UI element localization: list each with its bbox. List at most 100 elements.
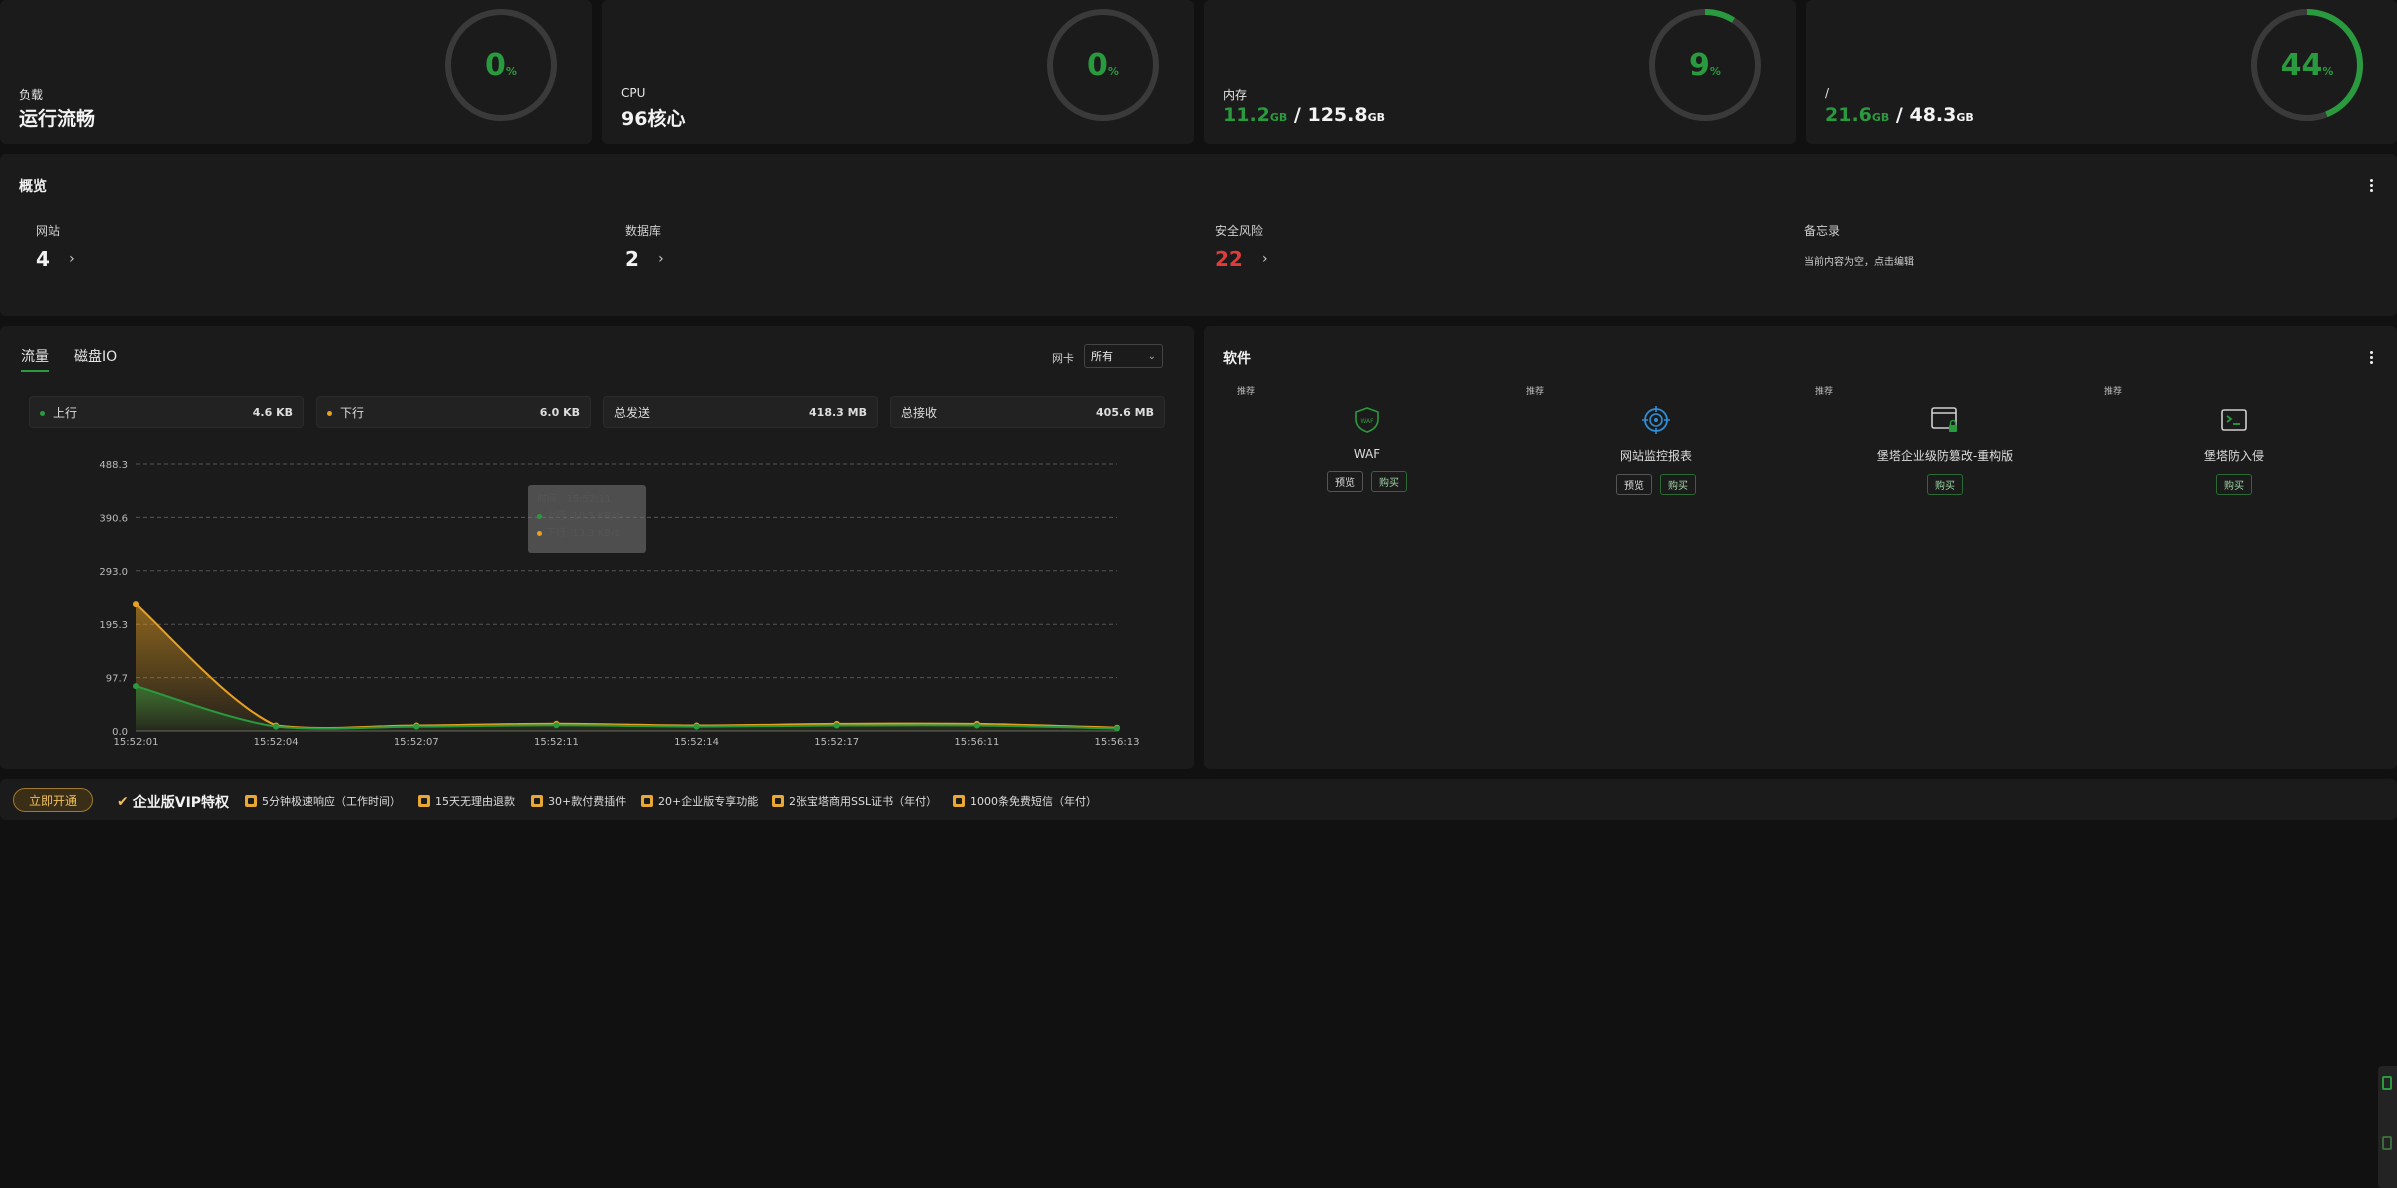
disk-gauge-value: 44 xyxy=(2280,47,2323,83)
y-tick-label: 195.3 xyxy=(99,620,128,631)
software-name-tamper: 堡塔企业级防篡改-重构版 xyxy=(1876,449,2014,463)
software-item-tamper[interactable]: 推荐 堡塔企业级防篡改-重构版 购买 xyxy=(1815,384,2055,495)
side-float-tab[interactable] xyxy=(2378,1066,2397,1188)
checklist-icon xyxy=(2382,1136,2392,1150)
tooltip-up-label: 上行 xyxy=(546,511,566,522)
metric-download: 下行 6.0 KB xyxy=(316,396,591,428)
nic-select[interactable]: 所有 ⌄ xyxy=(1084,344,1163,368)
disk-gauge: 44% xyxy=(2250,8,2364,122)
vip-feature-text: 1000条免费短信（年付） xyxy=(970,795,1097,808)
data-point xyxy=(973,722,980,729)
data-point xyxy=(553,722,560,729)
metric-total-received-value: 405.6 MB xyxy=(1096,405,1154,419)
metric-upload-label: 上行 xyxy=(53,405,78,420)
disk-separator: / xyxy=(1889,104,1910,126)
disk-usage: 21.6GB / 48.3GB xyxy=(1825,104,1974,126)
chevron-right-icon[interactable]: › xyxy=(651,249,671,269)
cpu-gauge: 0% xyxy=(1046,8,1160,122)
refund-icon xyxy=(418,795,430,807)
data-point xyxy=(133,601,139,608)
download-dot-icon xyxy=(327,410,332,416)
software-item-monitor[interactable]: 推荐 网站监控报表 预览 购买 xyxy=(1526,384,1766,495)
x-tick-label: 15:52:14 xyxy=(674,737,719,748)
series-area-download xyxy=(136,604,1117,731)
waf-preview-button[interactable]: 预览 xyxy=(1327,471,1363,492)
websites-label: 网站 xyxy=(36,224,61,238)
svg-text:WAF: WAF xyxy=(1360,418,1374,425)
disk-gauge-unit: % xyxy=(2322,64,2334,78)
waf-shield-icon: WAF xyxy=(1355,407,1379,433)
overview-panel xyxy=(0,154,2397,316)
tamper-buy-button[interactable]: 购买 xyxy=(1927,474,1963,495)
disk-label: / xyxy=(1825,86,1830,100)
chevron-right-icon[interactable]: › xyxy=(62,249,82,269)
software-item-waf[interactable]: 推荐 WAF WAF 预览 购买 xyxy=(1237,384,1477,492)
security-risk-count[interactable]: 22 xyxy=(1215,247,1243,271)
vip-feature-text: 30+款付费插件 xyxy=(548,795,627,808)
data-point xyxy=(133,683,139,690)
memory-label: 内存 xyxy=(1223,88,1248,102)
ssl-certificate-icon xyxy=(772,795,784,807)
recommend-badge: 推荐 xyxy=(1815,387,1834,397)
databases-count[interactable]: 2 xyxy=(625,247,639,271)
overview-databases[interactable]: 数据库 2 › xyxy=(625,222,671,271)
chart-tooltip: 时间 15:52:11 上行 10.5 KB/s 下行 13.3 KB/s xyxy=(528,485,646,553)
recommend-badge: 推荐 xyxy=(1526,387,1545,397)
memory-usage: 11.2GB / 125.8GB xyxy=(1223,104,1385,126)
memory-card[interactable]: 内存 11.2GB / 125.8GB 9% xyxy=(1204,0,1796,144)
tooltip-down: 13.3 KB/s xyxy=(572,528,620,539)
feedback-icon xyxy=(2382,1076,2392,1090)
vip-feature: 5分钟极速响应（工作时间） xyxy=(245,793,401,809)
memo-note[interactable]: 当前内容为空，点击编辑 xyxy=(1804,253,1914,268)
disk-total-unit: GB xyxy=(1956,111,1974,124)
monitor-buy-button[interactable]: 购买 xyxy=(1660,474,1696,495)
vip-open-button[interactable]: 立即开通 xyxy=(13,788,93,812)
software-item-intrusion[interactable]: 推荐 堡塔防入侵 购买 xyxy=(2104,384,2344,495)
load-card[interactable]: 负载 运行流畅 0% xyxy=(0,0,592,144)
software-title: 软件 xyxy=(1223,351,1251,367)
metric-total-received-label: 总接收 xyxy=(901,405,938,420)
tab-traffic[interactable]: 流量 xyxy=(21,346,49,372)
memory-used-unit: GB xyxy=(1269,111,1288,124)
load-label: 负载 xyxy=(19,88,44,102)
x-tick-label: 15:52:01 xyxy=(114,737,159,748)
vip-title-text: 企业版VIP特权 xyxy=(132,795,230,811)
waf-buy-button[interactable]: 购买 xyxy=(1371,471,1407,492)
tooltip-up: 10.5 KB/s xyxy=(572,511,620,522)
data-point xyxy=(693,723,700,730)
x-tick-label: 15:56:13 xyxy=(1095,737,1140,748)
overview-websites[interactable]: 网站 4 › xyxy=(36,222,82,271)
data-point xyxy=(1114,725,1120,732)
memory-gauge-value: 9 xyxy=(1689,47,1710,83)
security-risk-label: 安全风险 xyxy=(1215,224,1264,238)
cpu-cores: 96核心 xyxy=(621,108,686,130)
cpu-gauge-unit: % xyxy=(1107,64,1119,78)
nic-label: 网卡 xyxy=(1052,352,1074,365)
tooltip-download-dot-icon xyxy=(537,530,542,536)
metric-total-sent-label: 总发送 xyxy=(614,405,651,420)
overview-more-icon[interactable] xyxy=(2364,175,2378,195)
series-line-download xyxy=(135,603,1118,730)
disk-card[interactable]: / 21.6GB / 48.3GB 44% xyxy=(1806,0,2397,144)
tab-disk-io[interactable]: 磁盘IO xyxy=(74,346,117,372)
overview-memo[interactable]: 备忘录 当前内容为空，点击编辑 xyxy=(1804,222,1914,268)
x-tick-label: 15:56:11 xyxy=(954,737,999,748)
vip-feature-text: 15天无理由退款 xyxy=(435,795,515,808)
disk-used: 21.6 xyxy=(1825,104,1872,126)
software-more-icon[interactable] xyxy=(2364,347,2378,367)
data-point xyxy=(413,723,420,730)
vip-feature-text: 5分钟极速响应（工作时间） xyxy=(262,795,401,808)
metric-download-label: 下行 xyxy=(340,405,365,420)
software-name-waf: WAF xyxy=(1353,447,1381,461)
databases-label: 数据库 xyxy=(625,224,662,238)
websites-count[interactable]: 4 xyxy=(36,247,50,271)
disk-total: 48.3 xyxy=(1909,104,1957,126)
recommend-badge: 推荐 xyxy=(1237,387,1256,397)
intrusion-buy-button[interactable]: 购买 xyxy=(2216,474,2252,495)
chevron-right-icon[interactable]: › xyxy=(1255,249,1275,269)
monitor-preview-button[interactable]: 预览 xyxy=(1616,474,1652,495)
plugin-icon xyxy=(531,795,543,807)
overview-security-risk[interactable]: 安全风险 22 › xyxy=(1215,222,1275,271)
cpu-card[interactable]: CPU 96核心 0% xyxy=(602,0,1194,144)
metric-upload: 上行 4.6 KB xyxy=(29,396,304,428)
